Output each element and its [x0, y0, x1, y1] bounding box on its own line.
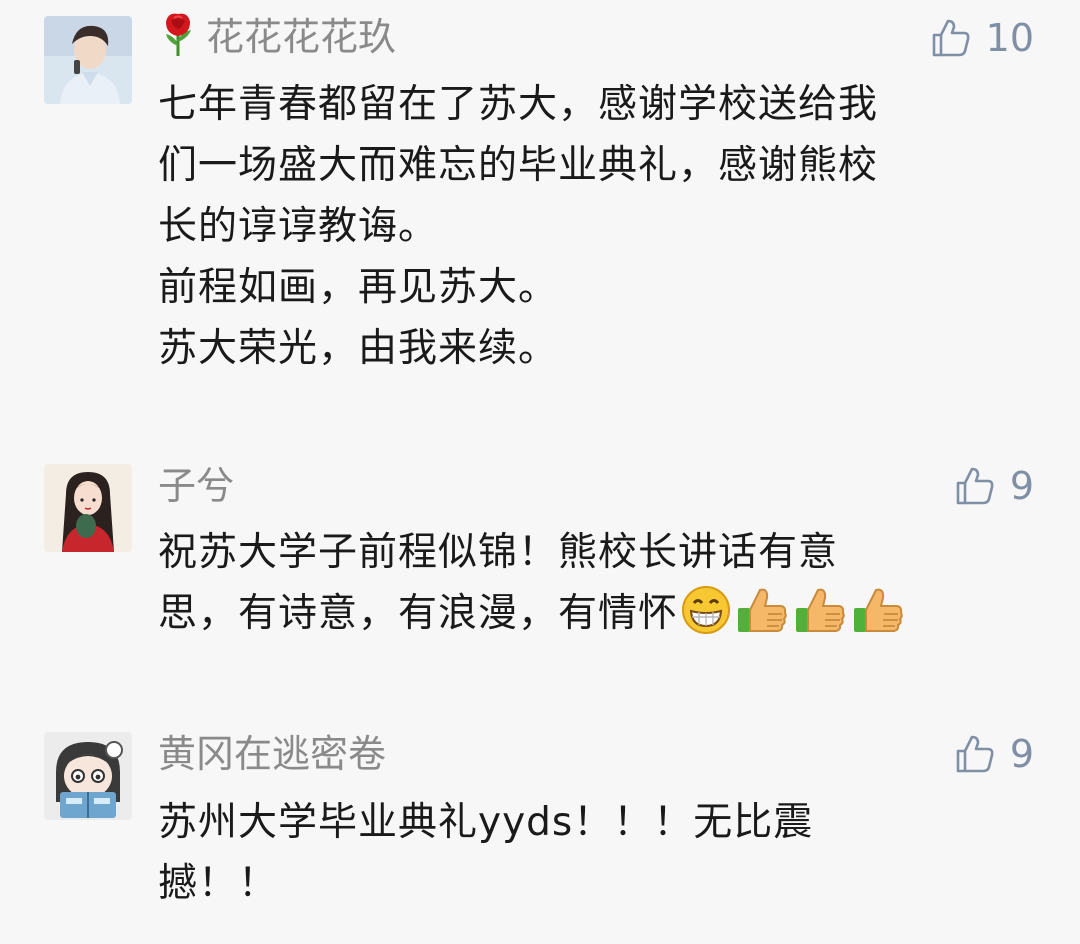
- thumbs-up-emoji-icon: [850, 584, 906, 654]
- comment-line: 苏大荣光，由我来续。: [158, 326, 559, 371]
- thumbs-up-emoji-icon: [792, 584, 848, 654]
- comment-line: 前程如画，再见苏大。: [158, 265, 559, 310]
- comment-line: 祝苏大学子前程似锦！熊校长讲话有意: [158, 530, 839, 575]
- username[interactable]: 花花花花玖: [158, 12, 396, 67]
- username[interactable]: 黄冈在逃密卷: [158, 730, 386, 778]
- comment-line: 撼！！: [158, 861, 279, 906]
- comment-line-text: 思，有诗意，有浪漫，有情怀: [158, 591, 679, 636]
- like-button[interactable]: 10: [930, 14, 1034, 62]
- thumbs-up-icon: [930, 17, 972, 59]
- comment-line: 们一场盛大而难忘的毕业典礼，感谢熊校: [158, 143, 879, 188]
- rose-icon: [158, 12, 198, 67]
- grin-emoji-icon: [680, 584, 732, 654]
- comment-line-with-emoji: 思，有诗意，有浪漫，有情怀: [158, 583, 1018, 654]
- thumbs-up-emoji-icon: [734, 584, 790, 654]
- comment-line: 七年青春都留在了苏大，感谢学校送给我: [158, 82, 879, 127]
- thumbs-up-icon: [954, 465, 996, 507]
- avatar[interactable]: [44, 464, 132, 552]
- comment-line: 苏州大学毕业典礼yyds！！！无比震: [158, 800, 814, 845]
- comment-text: 七年青春都留在了苏大，感谢学校送给我 们一场盛大而难忘的毕业典礼，感谢熊校 长的…: [158, 74, 1018, 379]
- comment-line: 长的谆谆教诲。: [158, 204, 439, 249]
- like-count: 9: [1009, 732, 1034, 776]
- username-text: 花花花花玖: [206, 15, 397, 59]
- like-button[interactable]: 9: [954, 462, 1034, 510]
- username[interactable]: 子兮: [158, 462, 234, 510]
- thumbs-up-icon: [954, 733, 996, 775]
- comment-text: 苏州大学毕业典礼yyds！！！无比震 撼！！: [158, 792, 1018, 914]
- avatar[interactable]: [44, 16, 132, 104]
- username-text: 子兮: [158, 464, 235, 508]
- like-count: 9: [1009, 464, 1034, 508]
- like-button[interactable]: 9: [954, 730, 1034, 778]
- avatar[interactable]: [44, 732, 132, 820]
- username-text: 黄冈在逃密卷: [158, 732, 387, 776]
- like-count: 10: [985, 16, 1034, 60]
- comment-text: 祝苏大学子前程似锦！熊校长讲话有意 思，有诗意，有浪漫，有情怀: [158, 522, 1018, 654]
